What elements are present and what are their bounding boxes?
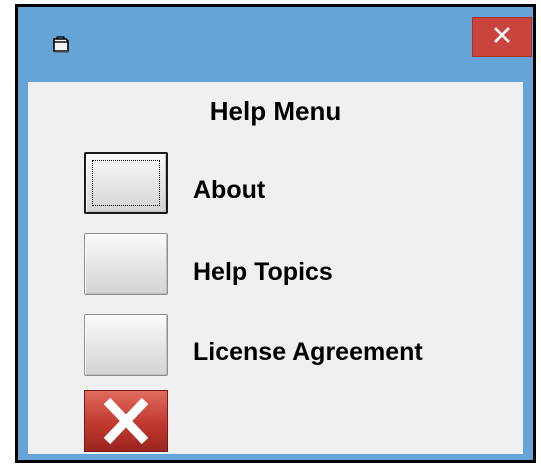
about-button[interactable] xyxy=(84,152,168,214)
exit-button[interactable] xyxy=(84,390,168,452)
about-label: About xyxy=(193,176,266,204)
help-window: Help Menu About Help Topics License Agre… xyxy=(15,4,536,463)
close-button[interactable] xyxy=(472,17,532,57)
help-topics-button[interactable] xyxy=(84,233,168,295)
red-x-icon xyxy=(103,397,149,445)
menu-title: Help Menu xyxy=(209,96,342,126)
window-client-area: Help Menu About Help Topics License Agre… xyxy=(28,82,523,454)
help-topics-label: Help Topics xyxy=(193,258,333,286)
title-bar[interactable] xyxy=(18,7,533,81)
app-window-icon xyxy=(52,36,72,54)
focus-indicator xyxy=(92,160,160,206)
license-agreement-button[interactable] xyxy=(84,314,168,376)
license-agreement-label: License Agreement xyxy=(193,338,423,366)
close-icon xyxy=(493,26,511,49)
